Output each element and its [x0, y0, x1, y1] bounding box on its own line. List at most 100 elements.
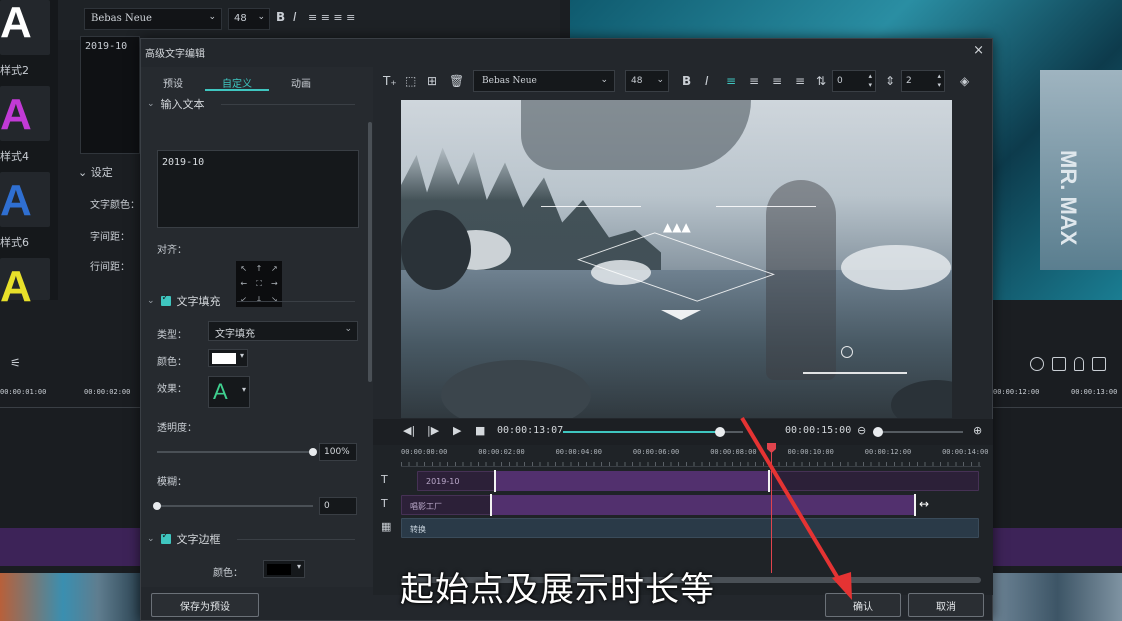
- zoom-slider-knob[interactable]: [873, 427, 883, 437]
- fill-type-select[interactable]: 文字填充 ⌄: [208, 321, 358, 341]
- align-bottom-left-icon[interactable]: ↙: [236, 292, 251, 307]
- opacity-slider-knob[interactable]: [309, 448, 317, 456]
- clip-trim-handle[interactable]: [494, 470, 496, 492]
- play-icon[interactable]: ▶: [453, 424, 461, 437]
- text-clip-2019-10[interactable]: 2019-10: [417, 471, 497, 491]
- blur-slider-knob[interactable]: [153, 502, 161, 510]
- align-top-left-icon[interactable]: ↖: [236, 261, 251, 276]
- timeline-ruler[interactable]: 00:00:00:00 00:00:02:00 00:00:04:00 00:00:0…: [401, 445, 988, 467]
- zoom-slider[interactable]: [873, 427, 963, 437]
- fill-effect-picker[interactable]: A ▾: [208, 376, 250, 408]
- background-video-thumbnails[interactable]: [993, 573, 1122, 621]
- clip-trim-handle[interactable]: [490, 494, 492, 516]
- zoom-in-icon[interactable]: ⊕: [973, 424, 982, 437]
- align-center-icon[interactable]: ⛶: [251, 276, 266, 291]
- blur-slider[interactable]: [153, 502, 313, 510]
- zoom-out-icon[interactable]: ⊖: [857, 424, 866, 437]
- playback-progress[interactable]: [563, 427, 743, 437]
- bold-button[interactable]: B: [682, 74, 691, 88]
- ok-button[interactable]: 确认: [825, 593, 901, 617]
- text-box-icon[interactable]: ⬚: [405, 74, 416, 88]
- text-input[interactable]: 2019-10: [157, 150, 359, 228]
- chevron-down-icon: ⌄: [600, 75, 608, 85]
- background-clip[interactable]: [993, 528, 1122, 566]
- background-text-input[interactable]: 2019-10: [80, 36, 140, 154]
- section-input-text[interactable]: ⌄ 输入文本: [147, 96, 205, 112]
- tab-custom[interactable]: 自定义: [205, 73, 269, 91]
- clip-trim-handle[interactable]: [768, 470, 770, 492]
- transition-clip[interactable]: 转换: [401, 518, 979, 538]
- align-right-icon[interactable]: ≡: [772, 74, 782, 88]
- border-color-picker[interactable]: ▾: [263, 560, 305, 578]
- background-clip[interactable]: [0, 528, 140, 566]
- tab-animation[interactable]: 动画: [269, 73, 333, 91]
- render-icon[interactable]: [1030, 357, 1044, 371]
- list-icon[interactable]: [1092, 357, 1106, 371]
- save-preset-button[interactable]: 保存为预设: [151, 593, 259, 617]
- text-fill-checkbox[interactable]: [160, 293, 171, 306]
- text-clip-tail[interactable]: [769, 471, 979, 491]
- font-size-select[interactable]: 48 ⌄: [625, 70, 669, 92]
- align-top-icon[interactable]: ↑: [251, 261, 266, 276]
- settings-diamond-icon[interactable]: ◈: [960, 74, 969, 88]
- timeline-tick: 00:00:08:00: [710, 448, 757, 456]
- align-icons[interactable]: ≡ ≡ ≡ ≡: [308, 11, 355, 24]
- video-preview[interactable]: ▲▲▲: [401, 100, 952, 418]
- tab-preset[interactable]: 预设: [141, 73, 205, 91]
- add-shape-icon[interactable]: ⊞: [427, 74, 437, 88]
- add-text-icon[interactable]: T₊: [383, 74, 397, 88]
- style-thumb[interactable]: A: [0, 258, 50, 311]
- align-top-right-icon[interactable]: ↗: [267, 261, 282, 276]
- align-bottom-right-icon[interactable]: ↘: [267, 292, 282, 307]
- prev-frame-icon[interactable]: ◀|: [403, 424, 415, 437]
- blur-value[interactable]: 0: [319, 497, 357, 515]
- font-select[interactable]: Bebas Neue ⌄: [473, 70, 615, 92]
- style-thumb[interactable]: A: [0, 0, 50, 55]
- background-video-thumbnails[interactable]: [0, 573, 140, 621]
- settings-sliders-icon[interactable]: ⚟: [10, 356, 21, 370]
- char-spacing-icon[interactable]: ⇅: [816, 74, 826, 88]
- text-clip-selected[interactable]: [495, 471, 769, 491]
- stop-icon[interactable]: ■: [475, 424, 485, 437]
- align-right-icon[interactable]: →: [267, 276, 282, 291]
- stepper-icon[interactable]: ▴ ▾: [937, 72, 941, 90]
- align-left-icon[interactable]: ←: [236, 276, 251, 291]
- bold-icon[interactable]: B: [276, 10, 285, 24]
- opacity-value[interactable]: 100%: [319, 443, 357, 461]
- fill-color-picker[interactable]: ▾: [208, 349, 248, 367]
- italic-button[interactable]: I: [705, 74, 709, 88]
- line-spacing-input[interactable]: 2 ▴ ▾: [901, 70, 945, 92]
- chevron-down-icon: ⌄: [147, 99, 155, 109]
- style-thumb[interactable]: A: [0, 172, 50, 227]
- playback-progress-knob[interactable]: [714, 427, 725, 437]
- char-spacing-input[interactable]: 0 ▴ ▾: [832, 70, 876, 92]
- background-font-size-select[interactable]: 48 ⌄: [228, 8, 270, 30]
- section-text-fill[interactable]: ⌄ 文字填充: [147, 293, 221, 309]
- stepper-icon[interactable]: ▴ ▾: [868, 72, 872, 90]
- microphone-icon[interactable]: [1074, 357, 1084, 371]
- justify-icon[interactable]: ≡: [795, 74, 805, 88]
- shield-icon[interactable]: [1052, 357, 1066, 371]
- timeline-playhead[interactable]: [771, 443, 772, 573]
- italic-icon[interactable]: I: [293, 10, 297, 24]
- opacity-slider[interactable]: [157, 448, 317, 456]
- align-center-icon[interactable]: ≡: [749, 74, 759, 88]
- transition-track-icon: ▦: [381, 520, 392, 533]
- panel-scrollbar[interactable]: [368, 122, 372, 382]
- cancel-button[interactable]: 取消: [908, 593, 984, 617]
- clip-trim-handle[interactable]: [914, 494, 916, 516]
- style-thumb[interactable]: A: [0, 86, 50, 141]
- delete-icon[interactable]: 🗑: [449, 74, 464, 88]
- text-border-checkbox[interactable]: [160, 531, 171, 544]
- next-frame-icon[interactable]: |▶: [427, 424, 439, 437]
- overlay-line: [541, 206, 641, 207]
- line-spacing-icon[interactable]: ⇕: [885, 74, 895, 88]
- chevron-down-icon: ⌄: [147, 534, 155, 544]
- align-left-icon[interactable]: ≡: [726, 74, 736, 88]
- text-clip-selected[interactable]: [491, 495, 915, 515]
- close-icon[interactable]: ×: [973, 43, 984, 58]
- background-font-select[interactable]: Bebas Neue ⌄: [84, 8, 222, 30]
- align-bottom-icon[interactable]: ↓: [251, 292, 266, 307]
- text-clip-studio[interactable]: 唱影工厂: [401, 495, 491, 515]
- section-text-border[interactable]: ⌄ 文字边框: [147, 531, 221, 547]
